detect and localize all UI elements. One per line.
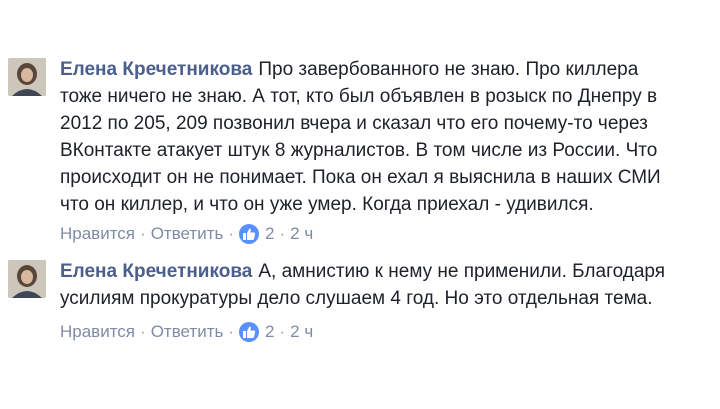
comment-text-line: Про завербованного не знаю. Про киллера	[258, 59, 639, 80]
like-link[interactable]: Нравится	[60, 224, 135, 244]
separator: ·	[279, 322, 286, 341]
separator: ·	[140, 224, 146, 243]
separator: ·	[279, 224, 286, 243]
thumbs-up-icon[interactable]	[239, 322, 260, 342]
separator: ·	[228, 224, 235, 243]
thumbs-up-icon[interactable]	[239, 224, 260, 244]
like-link[interactable]: Нравится	[60, 322, 135, 342]
avatar[interactable]	[8, 260, 46, 298]
comment-body: Елена Кречетникова Про завербованного не …	[60, 56, 700, 218]
avatar[interactable]	[8, 58, 46, 96]
like-count[interactable]: 2	[265, 224, 274, 244]
comment-text-line: ВКонтакте атакует штук 8 журналистов. В …	[60, 140, 658, 161]
like-count[interactable]: 2	[265, 322, 274, 342]
comment-text-line: тоже ничего не знаю. А тот, кто был объя…	[60, 86, 658, 107]
separator: ·	[140, 322, 146, 341]
comment-text-line: А, амнистию к нему не применили. Благода…	[258, 261, 666, 282]
comment-text-line: происходит он не понимает. Пока он ехал …	[60, 167, 661, 188]
comment-author[interactable]: Елена Кречетникова	[60, 261, 252, 282]
reply-link[interactable]: Ответить	[151, 224, 224, 244]
separator: ·	[228, 322, 235, 341]
comment-actions: Нравится · Ответить · 2 · 2 ч	[60, 322, 313, 342]
comment-text-line: 2012 по 205, 209 позвонил вчера и сказал…	[60, 113, 648, 134]
reply-link[interactable]: Ответить	[151, 322, 224, 342]
comment-text-line: что он киллер, и что он уже умер. Когда …	[60, 194, 594, 215]
comment-timestamp[interactable]: 2 ч	[290, 322, 313, 342]
comment-timestamp[interactable]: 2 ч	[290, 224, 313, 244]
comment-actions: Нравится · Ответить · 2 · 2 ч	[60, 224, 313, 244]
comment-author[interactable]: Елена Кречетникова	[60, 59, 252, 80]
comment-text-line: усилиям прокуратуры дело слушаем 4 год. …	[60, 288, 653, 309]
comment-body: Елена Кречетникова А, амнистию к нему не …	[60, 258, 700, 312]
